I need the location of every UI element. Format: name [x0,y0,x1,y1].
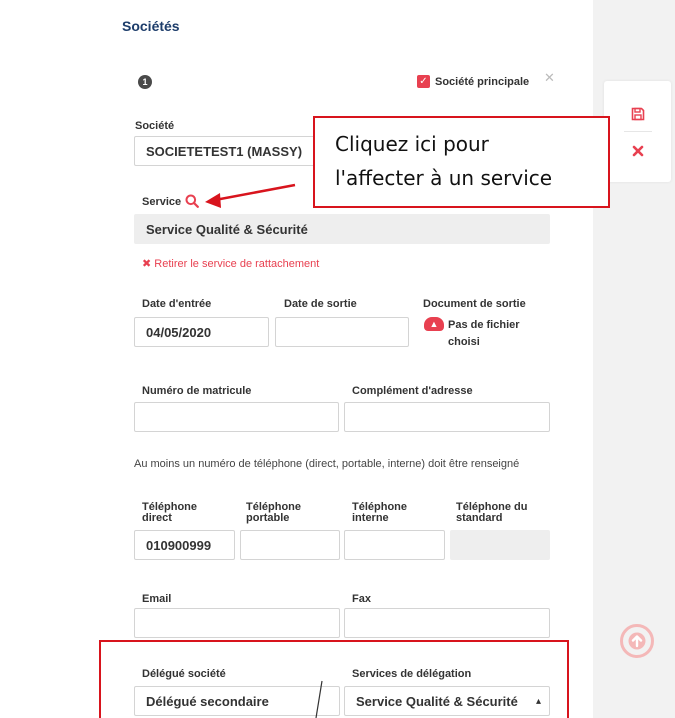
phone-standard-label: Téléphone du standard [456,502,528,524]
phone-standard-field [450,530,550,560]
matricule-field[interactable] [134,402,339,432]
fax-field[interactable] [344,608,550,638]
phone-portable-label-2: portable [246,512,290,524]
service-field: Service Qualité & Sécurité [134,214,550,244]
company-number-badge: 1 [138,75,152,89]
email-label: Email [142,593,172,605]
document-label: Document de sortie [423,298,526,310]
phone-interne-label-2: interne [352,512,389,524]
remove-company-icon[interactable]: ✕ [544,70,555,86]
phone-interne-field[interactable] [344,530,445,560]
societe-label: Société [135,120,175,132]
file-status: Pas de fichier choisi [448,317,520,351]
date-entree-label: Date d'entrée [142,298,212,310]
phone-portable-label: Téléphone portable [246,502,301,524]
societe-field[interactable]: SOCIETETEST1 (MASSY) [134,136,324,166]
cloud-upload-icon: ▲ [424,317,444,331]
principal-label: Société principale [435,75,530,88]
callout-line2: l'affecter à un service [335,166,553,190]
date-sortie-field[interactable] [275,317,409,347]
actions-divider [624,131,652,132]
adresse-field[interactable] [344,402,550,432]
arrow-up-circle-icon [628,632,646,650]
close-icon [632,145,643,157]
date-entree-field[interactable]: 04/05/2020 [134,317,269,347]
annotation-box [99,640,569,718]
file-status-line2: choisi [448,336,480,348]
checkbox-checked-icon: ✓ [417,75,430,88]
section-title: Sociétés [122,18,180,34]
email-field[interactable] [134,608,340,638]
cancel-button[interactable] [604,136,671,166]
phone-standard-label-2: standard [456,512,503,524]
scroll-top-button[interactable] [620,624,654,658]
service-label: Service [142,196,182,208]
annotation-callout: Cliquez ici pour l'affecter à un service [313,116,610,208]
phone-portable-field[interactable] [240,530,340,560]
file-status-line1: Pas de fichier [448,319,520,331]
phone-interne-label: Téléphone interne [352,502,407,524]
file-upload[interactable]: ▲ Pas de fichier choisi [424,317,520,351]
save-button[interactable] [604,99,671,129]
fax-label: Fax [352,593,371,605]
remove-service-link[interactable]: ✖ Retirer le service de rattachement [142,257,319,270]
matricule-label: Numéro de matricule [142,385,252,397]
actions-card [604,81,671,182]
phone-direct-label-2: direct [142,512,172,524]
callout-line1: Cliquez ici pour [335,132,489,156]
date-sortie-label: Date de sortie [284,298,357,310]
phone-direct-field[interactable]: 010900999 [134,530,235,560]
phone-helper-text: Au moins un numéro de téléphone (direct,… [134,458,520,470]
adresse-label: Complément d'adresse [352,385,473,397]
principal-checkbox[interactable]: ✓ Société principale [417,75,529,88]
save-icon [631,107,644,121]
search-icon[interactable] [185,194,199,208]
phone-direct-label: Téléphone direct [142,502,197,524]
